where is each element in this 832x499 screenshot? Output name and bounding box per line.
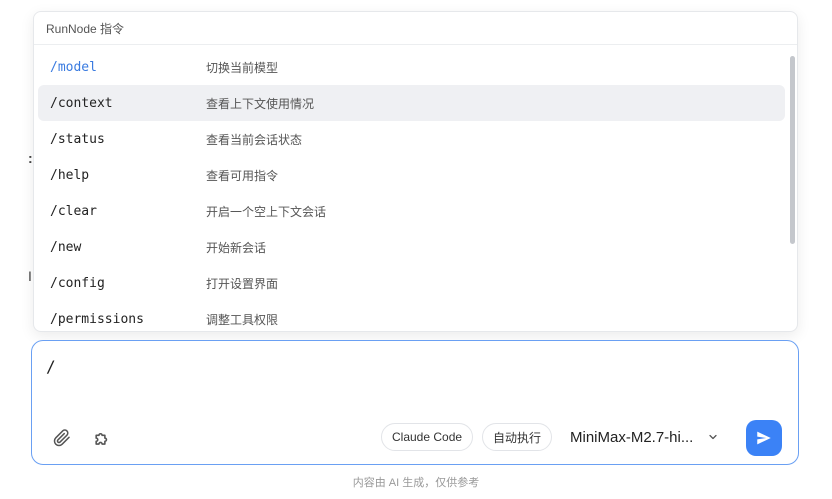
command-desc: 打开设置界面 [206, 276, 279, 291]
command-item-help[interactable]: /help 查看可用指令 [38, 157, 785, 193]
command-desc: 开始新会话 [206, 240, 267, 255]
command-name: /context [50, 95, 113, 111]
command-name: /permissions [50, 311, 144, 327]
model-select[interactable]: MiniMax-M2.7-hi... [570, 423, 719, 451]
command-item-status[interactable]: /status 查看当前会话状态 [38, 121, 785, 157]
command-name: /new [50, 239, 82, 255]
command-item-new[interactable]: /new 开始新会话 [38, 229, 785, 265]
command-name: /config [50, 275, 105, 291]
auto-execute-pill-button[interactable]: 自动执行 [482, 423, 553, 451]
command-desc: 调整工具权限 [206, 312, 279, 327]
command-name: /status [50, 131, 105, 147]
background-glyph: : [28, 150, 33, 166]
command-name: /clear [50, 203, 97, 219]
send-icon [757, 431, 771, 445]
disclaimer-footer: 内容由 AI 生成，仅供参考 [352, 477, 480, 489]
command-name: /help [50, 167, 90, 183]
send-button[interactable] [746, 420, 782, 456]
command-item-model[interactable]: /model 切换当前模型 [38, 49, 785, 85]
command-desc: 查看当前会话状态 [206, 132, 303, 147]
popup-header: RunNode 指令 [34, 12, 797, 45]
popup-scrollbar[interactable] [790, 56, 795, 244]
command-desc: 查看上下文使用情况 [206, 96, 315, 111]
background-glyph: I [28, 268, 32, 284]
command-desc: 切换当前模型 [206, 60, 279, 75]
puzzle-icon[interactable] [89, 425, 115, 451]
command-item-config[interactable]: /config 打开设置界面 [38, 265, 785, 301]
command-popup: RunNode 指令 /model 切换当前模型 /context 查看上下文使… [33, 11, 798, 332]
command-item-clear[interactable]: /clear 开启一个空上下文会话 [38, 193, 785, 229]
mode-pill-button[interactable]: Claude Code [381, 423, 474, 451]
chevron-down-icon [709, 434, 717, 440]
command-item-context[interactable]: /context 查看上下文使用情况 [38, 85, 785, 121]
command-list: /model 切换当前模型 /context 查看上下文使用情况 /status… [34, 45, 785, 331]
command-desc: 开启一个空上下文会话 [206, 204, 327, 219]
command-desc: 查看可用指令 [206, 168, 279, 183]
message-composer: Claude Code 自动执行 MiniMax-M2.7-hi... [31, 340, 799, 465]
command-item-permissions[interactable]: /permissions 调整工具权限 [38, 301, 785, 331]
message-input[interactable] [46, 353, 746, 379]
paperclip-icon[interactable] [49, 425, 75, 451]
command-name: /model [50, 59, 97, 75]
model-label: MiniMax-M2.7-hi... [570, 428, 694, 446]
